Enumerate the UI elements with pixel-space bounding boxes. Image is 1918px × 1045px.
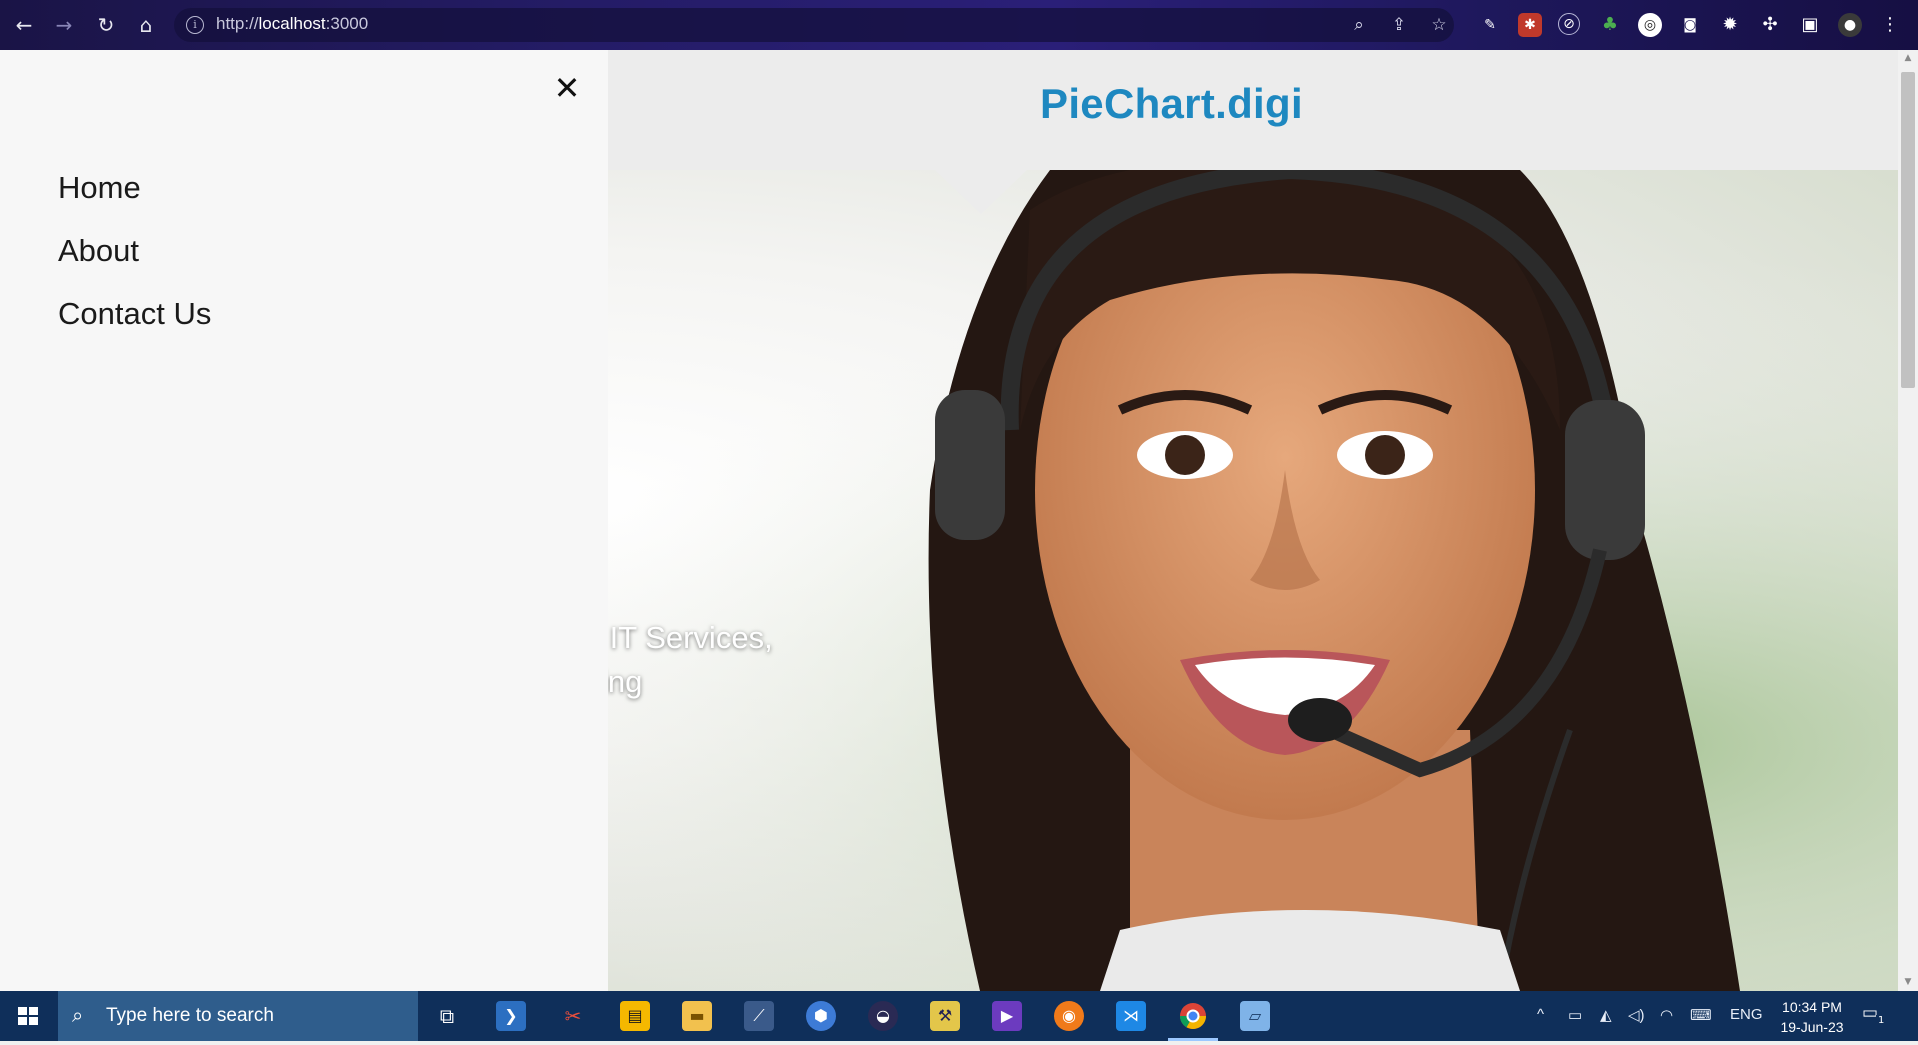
file-explorer-icon[interactable]: ▬ [682, 1001, 712, 1031]
firefox-icon[interactable]: ◉ [1054, 1001, 1084, 1031]
pen-extension-icon[interactable]: ✎ [1478, 13, 1502, 37]
scrollbar-thumb[interactable] [1901, 72, 1915, 388]
circle-extension-icon[interactable]: ◎ [1638, 13, 1662, 37]
side-drawer: ✕ Home About Contact Us [0, 50, 608, 991]
puzzle-game-extension-icon[interactable]: ✱ [1518, 13, 1542, 37]
ide-tool-icon[interactable]: ⟋ [744, 1001, 774, 1031]
chrome-icon[interactable] [1178, 1001, 1208, 1031]
address-url[interactable]: http://localhost:3000 [216, 14, 368, 34]
profile-avatar[interactable]: ● [1838, 13, 1862, 37]
scroll-down-icon[interactable]: ▼ [1902, 976, 1914, 988]
task-view-icon[interactable]: ⧉ [432, 1001, 462, 1031]
browser-toolbar: ← → ↻ ⌂ i http://localhost:3000 ⌕ ⇪ ☆ ✎ … [0, 0, 1918, 50]
close-icon[interactable]: ✕ [552, 72, 582, 104]
home-icon[interactable]: ⌂ [132, 11, 160, 39]
taskbar-search[interactable]: ⌕ Type here to search [58, 991, 418, 1041]
menu-icon[interactable]: ⋮ [1878, 13, 1902, 37]
visual-studio-icon[interactable]: ▶ [992, 1001, 1022, 1031]
notepad-icon[interactable]: ▱ [1240, 1001, 1270, 1031]
snip-tool-icon[interactable]: ✂ [558, 1001, 588, 1031]
python-icon[interactable]: ⚒ [930, 1001, 960, 1031]
bookmark-star-icon[interactable]: ☆ [1428, 14, 1450, 36]
notification-count: 1 [1876, 1015, 1887, 1026]
clock-time: 10:34 PM [1782, 999, 1842, 1015]
forward-icon[interactable]: → [50, 11, 78, 39]
windows-taskbar: ⌕ Type here to search ⧉ ❯ ✂ ▤ ▬ ⟋ ⬢ ◒ ⚒ … [0, 991, 1918, 1041]
search-icon: ⌕ [72, 1003, 84, 1027]
cube-app-icon[interactable]: ⬢ [806, 1001, 836, 1031]
battery-icon[interactable]: ▭ [1568, 1006, 1582, 1024]
share-icon[interactable]: ⇪ [1388, 14, 1410, 36]
back-icon[interactable]: ← [10, 11, 38, 39]
tree-extension-icon[interactable]: ♣ [1598, 13, 1622, 37]
notifications-button[interactable]: ▭ 1 [1862, 1003, 1892, 1031]
windows-logo-icon [18, 1007, 38, 1025]
start-button[interactable] [0, 991, 56, 1041]
volume-icon[interactable]: ◁) [1628, 1006, 1645, 1024]
keyboard-icon[interactable]: ⌨ [1690, 1006, 1712, 1024]
sticky-notes-icon[interactable]: ▤ [620, 1001, 650, 1031]
site-info-icon[interactable]: i [186, 16, 204, 34]
scroll-up-icon[interactable]: ▲ [1902, 52, 1914, 64]
clock[interactable]: 10:34 PM 19-Jun-23 [1770, 997, 1854, 1037]
search-placeholder: Type here to search [106, 1005, 274, 1026]
eclipse-icon[interactable]: ◒ [868, 1001, 898, 1031]
clock-date: 19-Jun-23 [1780, 1019, 1844, 1035]
camera-extension-icon[interactable]: ◙ [1678, 13, 1702, 37]
nav-item-about[interactable]: About [58, 233, 139, 269]
nav-item-home[interactable]: Home [58, 170, 141, 206]
side-panel-icon[interactable]: ▣ [1798, 13, 1822, 37]
address-bar[interactable]: i http://localhost:3000 ⌕ ⇪ ☆ [174, 8, 1454, 42]
language-indicator[interactable]: ENG [1730, 1006, 1763, 1023]
wifi-icon[interactable]: ◠ [1660, 1006, 1673, 1024]
powershell-icon[interactable]: ❯ [496, 1001, 526, 1031]
brand-logo[interactable]: PieChart.digi [1040, 80, 1303, 128]
zoom-icon[interactable]: ⌕ [1348, 14, 1370, 36]
tray-overflow-icon[interactable]: ^ [1537, 1006, 1544, 1023]
vscode-icon[interactable]: ⋊ [1116, 1001, 1146, 1031]
header-notch [935, 170, 1027, 214]
chrome-logo-icon [1179, 1003, 1207, 1030]
extensions-icon[interactable]: ✣ [1758, 13, 1782, 37]
compass-extension-icon[interactable]: ⊘ [1558, 13, 1580, 35]
reload-icon[interactable]: ↻ [92, 11, 120, 39]
network-warning-icon[interactable]: ◭ [1600, 1006, 1612, 1024]
settings-extension-icon[interactable]: ✹ [1718, 13, 1742, 37]
nav-item-contact-us[interactable]: Contact Us [58, 296, 211, 332]
